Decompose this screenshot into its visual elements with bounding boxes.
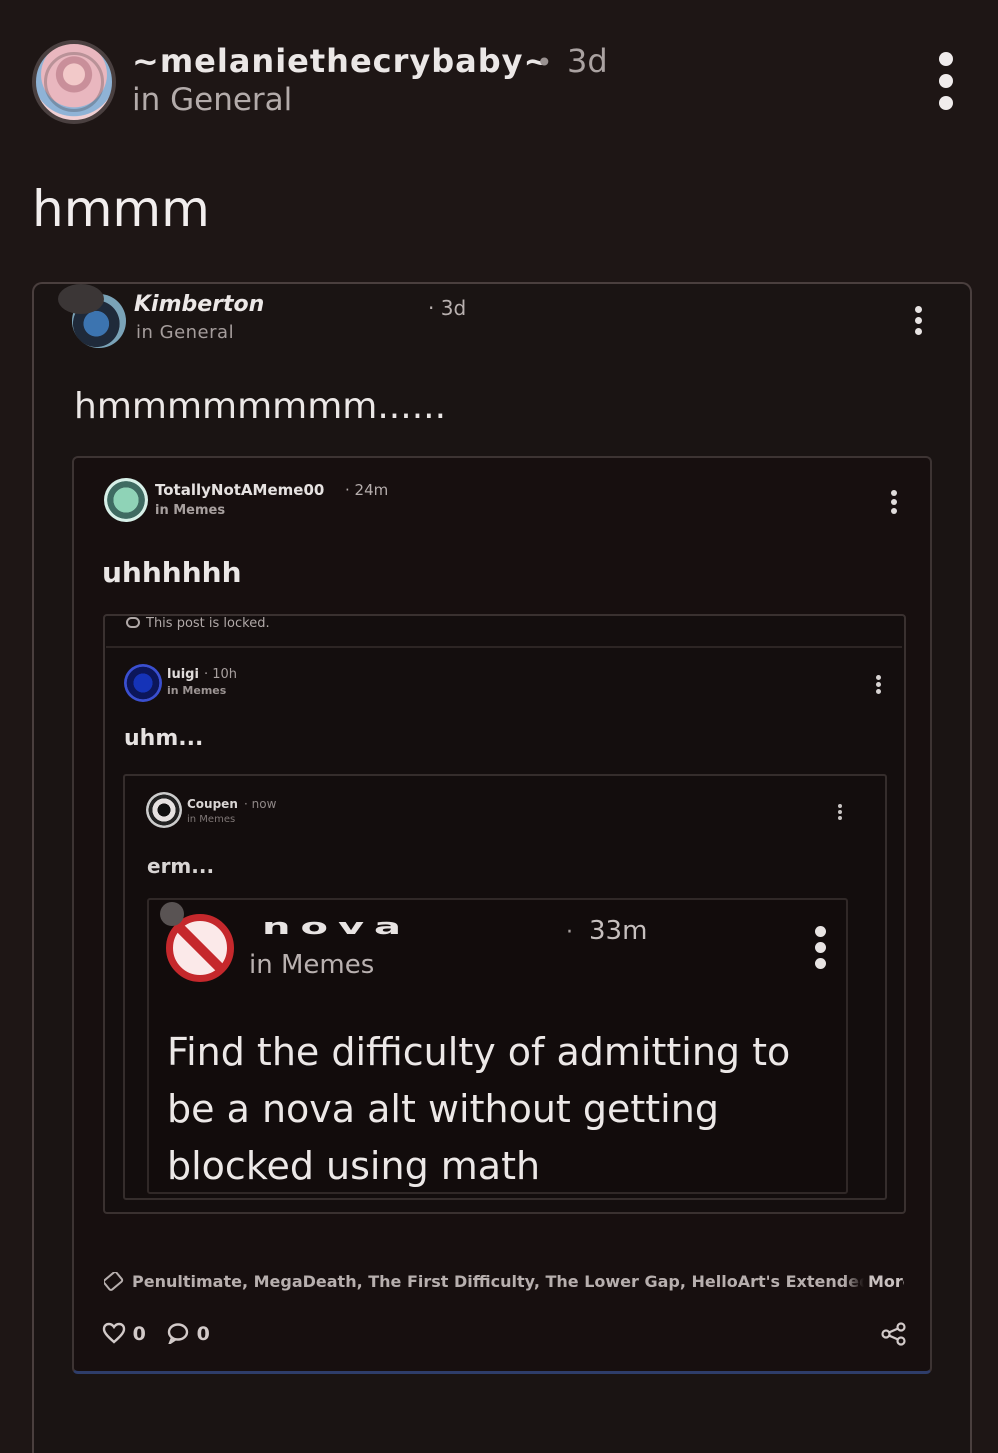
luigi-community: in Memes xyxy=(167,684,227,697)
luigi-post-body: uhm... xyxy=(124,726,204,751)
avatar-frame-decoration xyxy=(58,284,104,314)
separator-dot: • xyxy=(536,46,553,79)
totally-username: TotallyNotAMeme00 xyxy=(155,481,325,499)
kimberton-post-body: hmmmmmmmm...... xyxy=(74,386,447,427)
nova-time: 33m xyxy=(589,916,648,946)
totally-community: in Memes xyxy=(155,503,226,518)
kebab-menu-icon[interactable] xyxy=(934,52,958,112)
kimberton-community: in General xyxy=(136,322,235,343)
comment-count-value: 0 xyxy=(196,1323,210,1345)
avatar-frame-decoration xyxy=(160,902,184,926)
tag-icon xyxy=(104,1272,125,1291)
kebab-menu-icon xyxy=(812,926,828,974)
kebab-menu-icon xyxy=(889,490,899,517)
luigi-username: luigi xyxy=(167,667,199,682)
luigi-avatar xyxy=(124,664,162,702)
post-community[interactable]: in General xyxy=(132,82,292,118)
post-time: 3d xyxy=(567,42,608,80)
coupen-community: in Memes xyxy=(187,814,236,825)
like-count: 0 xyxy=(102,1322,146,1345)
locked-notice-text: This post is locked. xyxy=(146,616,270,631)
share-icon xyxy=(880,1322,908,1352)
nova-community: in Memes xyxy=(249,950,375,980)
kebab-menu-icon xyxy=(836,804,843,822)
nova-post-body: Find the difficulty of admitting to be a… xyxy=(167,1030,791,1188)
kimberton-time: · 3d xyxy=(428,296,467,320)
kebab-menu-icon xyxy=(912,306,924,339)
locked-notice: This post is locked. xyxy=(126,616,270,631)
like-count-value: 0 xyxy=(132,1323,146,1345)
luigi-time: · 10h xyxy=(204,667,238,682)
post-tags: Penultimate, MegaDeath, The First Diffic… xyxy=(104,1272,904,1291)
separator-dot: · xyxy=(566,920,573,945)
coupen-avatar xyxy=(146,792,182,828)
lock-icon xyxy=(126,617,140,628)
coupen-post-body: erm... xyxy=(147,854,215,878)
heart-icon xyxy=(102,1322,126,1344)
kimberton-username: Kimberton xyxy=(134,292,265,317)
nova-username: nova xyxy=(262,914,412,940)
tags-more: More xyxy=(844,1272,904,1291)
coupen-username: Coupen xyxy=(187,797,238,811)
coupen-time: · now xyxy=(244,797,277,811)
totally-avatar xyxy=(104,478,148,522)
author-username[interactable]: ~melaniethecrybaby~ xyxy=(132,42,551,80)
totally-time: · 24m xyxy=(345,481,389,499)
totally-post-body: uhhhhhh xyxy=(102,556,242,589)
comment-count: 0 xyxy=(166,1322,210,1347)
comment-icon xyxy=(167,1323,189,1347)
post-body: hmmm xyxy=(32,180,210,238)
divider xyxy=(106,646,902,648)
kebab-menu-icon xyxy=(874,675,882,696)
tags-text: Penultimate, MegaDeath, The First Diffic… xyxy=(132,1272,904,1291)
author-avatar[interactable] xyxy=(32,40,116,124)
